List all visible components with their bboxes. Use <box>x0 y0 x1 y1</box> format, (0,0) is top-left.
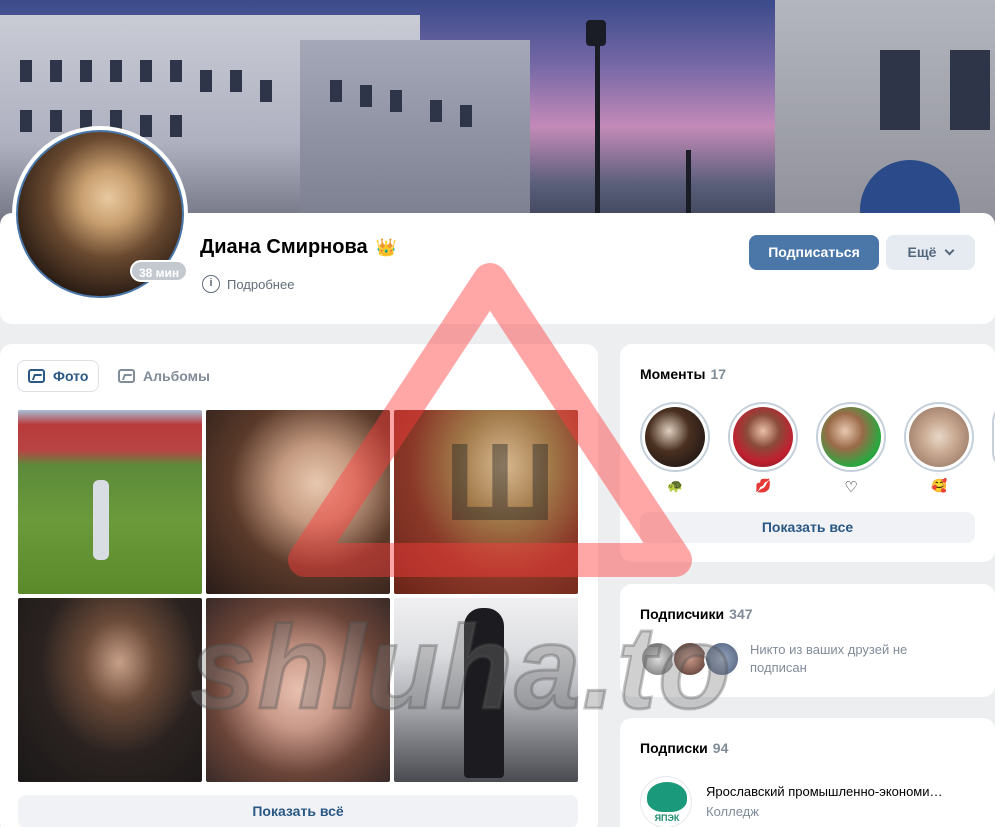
photo-thumbnail[interactable] <box>18 598 202 782</box>
moment-emoji: 🥰 <box>931 478 948 493</box>
subscribe-button[interactable]: Подписаться <box>749 235 879 270</box>
profile-page: 38 мин Диана Смирнова 👑 i Подробнее Подп… <box>0 0 995 827</box>
info-icon: i <box>202 275 220 293</box>
moments-title-label: Моменты <box>640 366 706 382</box>
album-icon <box>118 369 135 383</box>
photo-thumbnail[interactable] <box>394 410 578 594</box>
profile-name: Диана Смирнова <box>200 236 368 258</box>
followers-title-label: Подписчики <box>640 606 725 622</box>
crown-icon[interactable]: 👑 <box>376 238 397 258</box>
followers-count: 347 <box>729 606 753 622</box>
photos-card: Фото Альбомы Показать всё <box>0 344 598 827</box>
moment-emoji: 🐢 <box>667 478 684 493</box>
more-button[interactable]: Ещё <box>886 235 975 270</box>
moment-item[interactable] <box>640 402 710 472</box>
moments-count: 17 <box>710 366 727 382</box>
moment-emoji: ♡ <box>844 479 858 496</box>
photo-icon <box>28 369 45 383</box>
more-button-label: Ещё <box>907 244 937 260</box>
moment-item[interactable] <box>816 402 886 472</box>
moments-title[interactable]: Моменты 17 <box>640 366 726 382</box>
cover-building-middle <box>300 40 530 230</box>
follower-avatar[interactable] <box>704 641 740 677</box>
tab-albums[interactable]: Альбомы <box>108 360 220 392</box>
show-all-moments-button[interactable]: Показать все <box>640 512 975 543</box>
more-info-label: Подробнее <box>227 276 295 292</box>
photo-grid <box>18 410 578 782</box>
moment-emoji: 💋 <box>755 478 772 493</box>
name-row: Диана Смирнова 👑 <box>200 236 397 259</box>
subscription-type: Колледж <box>706 804 759 819</box>
followers-title[interactable]: Подписчики 347 <box>640 606 753 622</box>
photo-thumbnail[interactable] <box>394 598 578 782</box>
subscriptions-title-label: Подписки <box>640 740 708 756</box>
subscriptions-card: Подписки 94 ЯПЭК Ярославский промышленно-… <box>620 718 995 827</box>
photo-thumbnail[interactable] <box>18 410 202 594</box>
subscription-name[interactable]: Ярославский промышленно-экономи… <box>706 784 943 799</box>
tab-photos[interactable]: Фото <box>17 360 100 392</box>
follower-avatar[interactable] <box>672 641 708 677</box>
show-all-photos-button[interactable]: Показать всё <box>18 795 578 827</box>
last-seen-badge: 38 мин <box>130 260 189 282</box>
moment-item[interactable] <box>904 402 974 472</box>
subscription-logo-text: ЯПЭК <box>654 813 680 823</box>
follower-avatar[interactable] <box>640 641 676 677</box>
tab-albums-label: Альбомы <box>143 368 210 384</box>
followers-card: Подписчики 347 Никто из ваших друзей не п… <box>620 584 995 697</box>
moments-card: Моменты 17 🐢 💋 ♡ 🥰 Показать все <box>620 344 995 562</box>
more-info-link[interactable]: i Подробнее <box>202 275 294 293</box>
tab-photos-label: Фото <box>53 368 89 384</box>
subscription-logo[interactable]: ЯПЭК <box>640 776 692 827</box>
photo-thumbnail[interactable] <box>206 598 390 782</box>
college-emblem-icon <box>647 782 687 812</box>
photo-thumbnail[interactable] <box>206 410 390 594</box>
followers-note: Никто из ваших друзей не подписан <box>750 642 908 675</box>
moment-item[interactable] <box>728 402 798 472</box>
subscriptions-title[interactable]: Подписки 94 <box>640 740 728 756</box>
subscriptions-count: 94 <box>712 740 729 756</box>
chevron-down-icon <box>945 245 955 256</box>
